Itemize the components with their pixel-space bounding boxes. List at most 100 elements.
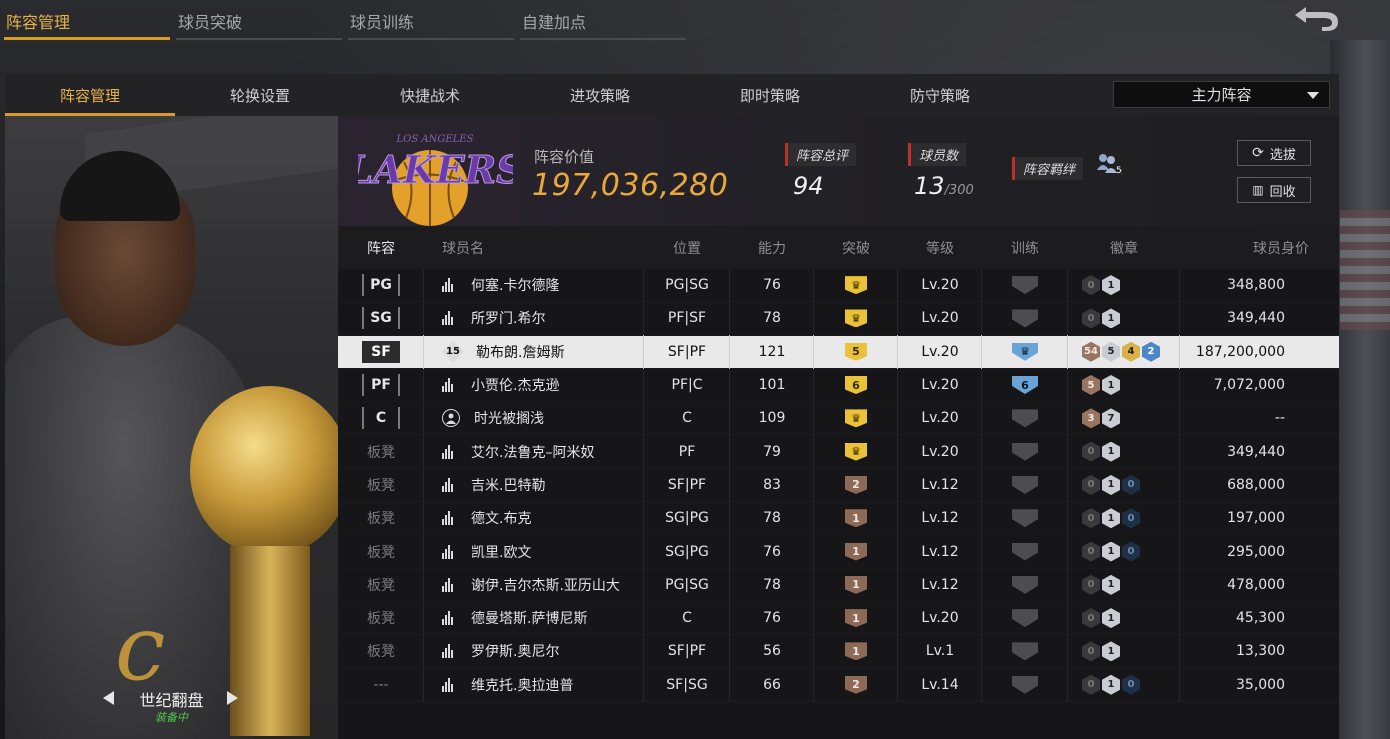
cell-breakthrough: ♛ <box>814 401 898 436</box>
cell-value: 295,000 <box>1227 543 1285 560</box>
cell-level: Lv.20 <box>898 335 982 370</box>
cell-lineup: 板凳 <box>338 501 424 536</box>
subtab-lineup[interactable]: 阵容管理 <box>5 74 175 116</box>
table-row[interactable]: 板凳 谢伊.吉尔杰斯.亚历山大 PG|SG 78 1 Lv.12 01 478,… <box>338 568 1339 603</box>
table-row[interactable]: 板凳 吉米.巴特勒 SF|PF 83 2 Lv.12 010 688,000 <box>338 468 1339 503</box>
table-row[interactable]: SF 15 勒布朗.詹姆斯 SF|PF 121 5 Lv.20 ♛ 54 5 4 2 1… <box>338 335 1339 370</box>
stats-bars-icon <box>442 278 457 293</box>
col-value[interactable]: 球员身价 <box>1180 226 1339 269</box>
col-badges[interactable]: 徽章 <box>1068 226 1180 269</box>
table-row[interactable]: 板凳 凯里.欧文 SG|PG 76 1 Lv.12 010 295,000 <box>338 535 1339 570</box>
badge-icon: 1 <box>1102 541 1120 562</box>
tab-custom-points[interactable]: 自建加点 <box>516 0 686 40</box>
select-button[interactable]: ⟳ 选拔 <box>1237 140 1311 166</box>
subtab-quick-tactics[interactable]: 快捷战术 <box>345 74 515 116</box>
team-logo-city: LOS ANGELES <box>396 134 474 145</box>
cell-overall: 79 <box>730 435 814 470</box>
crown-breakthrough-icon: ♛ <box>845 409 867 428</box>
cell-badges: 010 <box>1068 468 1180 503</box>
cell-badges: 01 <box>1068 268 1180 303</box>
cell-overall: 66 <box>730 668 814 703</box>
cell-training <box>982 468 1068 503</box>
table-row[interactable]: 板凳 德曼塔斯.萨博尼斯 C 76 1 Lv.20 01 45,300 <box>338 601 1339 636</box>
player-card[interactable]: c 世纪翻盘 装备中 <box>5 116 338 739</box>
count-value: 13/300 <box>908 172 974 200</box>
badge-icon: 1 <box>1102 308 1120 329</box>
rating-label: 阵容总评 <box>785 143 857 166</box>
cell-value: 349,440 <box>1227 443 1285 460</box>
training-empty-icon <box>1012 309 1038 328</box>
lineup-dropdown[interactable]: 主力阵容 <box>1113 81 1330 108</box>
rating-value: 94 <box>793 172 824 200</box>
table-row[interactable]: 板凳 艾尔.法鲁克–阿米奴 PF 79 ♛ Lv.20 01 349,440 <box>338 435 1339 470</box>
badge-icon: 0 <box>1082 474 1100 495</box>
badge-icon: 0 <box>1082 574 1100 595</box>
tab-lineup-management[interactable]: 阵容管理 <box>0 0 170 40</box>
table-row[interactable]: --- 维克托.奥拉迪普 SF|SG 66 2 Lv.14 010 35,000 <box>338 668 1339 703</box>
cell-lineup: 板凳 <box>338 468 424 503</box>
badge-icon: 1 <box>1102 641 1120 662</box>
lineup-value-label: 阵容价值 <box>534 148 595 166</box>
table-row[interactable]: 板凳 德文.布克 SG|PG 78 1 Lv.12 010 197,000 <box>338 501 1339 536</box>
col-training[interactable]: 训练 <box>982 226 1068 269</box>
cell-badges: 37 <box>1068 401 1180 436</box>
cell-level: Lv.20 <box>898 368 982 403</box>
col-position[interactable]: 位置 <box>644 226 730 269</box>
crown-breakthrough-icon: ♛ <box>845 276 867 295</box>
cell-player-name: 艾尔.法鲁克–阿米奴 <box>424 435 644 470</box>
badge-icon: 0 <box>1082 308 1100 329</box>
cell-level: Lv.20 <box>898 401 982 436</box>
bench-label: 板凳 <box>367 544 395 561</box>
lineup-slot: PF <box>362 374 400 397</box>
training-empty-icon <box>1012 642 1038 661</box>
cell-player-name: 德文.布克 <box>424 501 644 536</box>
player-table: PG 何塞.卡尔德隆 PG|SG 76 ♛ Lv.20 01 348,800 S… <box>338 268 1339 703</box>
tab-player-training[interactable]: 球员训练 <box>344 0 514 40</box>
table-row[interactable]: 板凳 罗伊斯.奥尼尔 SF|PF 56 1 Lv.1 01 13,300 <box>338 634 1339 669</box>
table-row[interactable]: PF 小贾伦.杰克逊 PF|C 101 6 Lv.20 6 51 7,072,0… <box>338 368 1339 403</box>
bond-suffix: 分 <box>1121 166 1122 174</box>
table-row[interactable]: PG 何塞.卡尔德隆 PG|SG 76 ♛ Lv.20 01 348,800 <box>338 268 1339 303</box>
training-empty-icon <box>1012 609 1038 628</box>
bench-label: 板凳 <box>367 477 395 494</box>
col-lineup[interactable]: 阵容 <box>338 226 424 269</box>
stats-bars-icon <box>442 378 457 393</box>
cell-value: 478,000 <box>1227 576 1285 593</box>
cell-value: 349,440 <box>1227 310 1285 327</box>
tab-player-breakthrough[interactable]: 球员突破 <box>172 0 342 40</box>
cell-player-name: 15 勒布朗.詹姆斯 <box>424 335 644 370</box>
badge-icon: 0 <box>1082 674 1100 695</box>
col-overall[interactable]: 能力 <box>730 226 814 269</box>
subtab-instant-strategy[interactable]: 即时策略 <box>685 74 855 116</box>
subtab-rotation[interactable]: 轮换设置 <box>175 74 345 116</box>
player-name: 何塞.卡尔德隆 <box>471 278 560 295</box>
next-arrow-icon[interactable] <box>227 691 238 705</box>
bond-stat[interactable]: 阵容羁绊 5 分 <box>1012 143 1128 180</box>
col-breakthrough[interactable]: 突破 <box>814 226 898 269</box>
table-row[interactable]: C 时光被搁浅 C 109 ♛ Lv.20 37 -- <box>338 401 1339 436</box>
cell-level: Lv.12 <box>898 535 982 570</box>
subtab-offense-strategy[interactable]: 进攻策略 <box>515 74 685 116</box>
user-avatar-icon <box>442 409 460 428</box>
subtab-defense-strategy[interactable]: 防守策略 <box>855 74 1025 116</box>
cell-level: Lv.14 <box>898 668 982 703</box>
cell-level: Lv.20 <box>898 301 982 336</box>
cell-training <box>982 535 1068 570</box>
col-player-name[interactable]: 球员名 <box>424 226 644 269</box>
cell-badges: 01 <box>1068 601 1180 636</box>
player-name: 维克托.奥拉迪普 <box>471 677 574 694</box>
top-tab-bar: 阵容管理 球员突破 球员训练 自建加点 <box>0 0 688 42</box>
badge-icon: 1 <box>1102 508 1120 529</box>
chevron-down-icon <box>1307 92 1319 99</box>
badge-icon: 54 <box>1082 341 1100 362</box>
cell-lineup: PG <box>338 268 424 303</box>
badge-icon: 5 <box>1082 375 1100 396</box>
table-row[interactable]: SG 所罗门.希尔 PF|SF 78 ♛ Lv.20 01 349,440 <box>338 301 1339 336</box>
cell-breakthrough: 6 <box>814 368 898 403</box>
back-arrow-icon[interactable] <box>1292 4 1340 32</box>
col-level[interactable]: 等级 <box>898 226 982 269</box>
recycle-button[interactable]: ▥ 回收 <box>1237 177 1311 203</box>
badge-icon: 0 <box>1082 641 1100 662</box>
lineup-slot: SF <box>362 340 400 363</box>
cell-player-name: 时光被搁浅 <box>424 401 644 436</box>
